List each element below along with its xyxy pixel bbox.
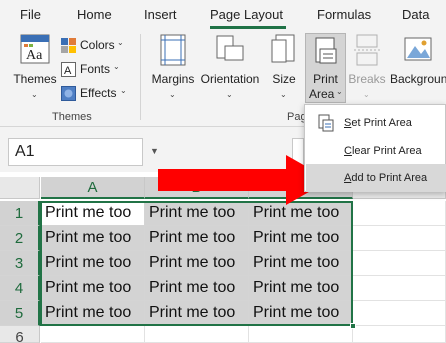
select-all-corner[interactable]: [0, 177, 40, 199]
cell-b4[interactable]: Print me too: [145, 276, 249, 301]
cell-a2[interactable]: Print me too: [41, 226, 145, 251]
effects-icon: [61, 86, 76, 101]
menu-item-set-print-area[interactable]: Set Print Area: [306, 109, 446, 137]
print-area-label-line1: Print: [313, 72, 338, 86]
cell-d6[interactable]: [353, 326, 446, 343]
row-header[interactable]: 3: [0, 251, 40, 276]
themes-label: Themes: [13, 72, 57, 86]
menu-item-add-to-print-area[interactable]: Add to Print Area: [306, 164, 446, 192]
row-header[interactable]: 4: [0, 276, 40, 301]
themes-group-label: Themes: [52, 111, 92, 123]
set-print-area-icon: [318, 114, 334, 132]
cell-a5[interactable]: Print me too: [41, 301, 145, 326]
fonts-button[interactable]: A Fonts ⌄: [61, 60, 131, 80]
effects-button[interactable]: Effects ⌄: [61, 84, 131, 104]
cell-d2[interactable]: [353, 226, 446, 251]
cell-c2[interactable]: Print me too: [249, 226, 353, 251]
chevron-down-icon: ⌄: [31, 90, 38, 99]
size-icon: [271, 34, 295, 63]
cell-c5[interactable]: Print me too: [249, 301, 353, 326]
breaks-button[interactable]: Breaks ⌄: [348, 34, 386, 106]
group-separator: [140, 34, 141, 120]
cell-b3[interactable]: Print me too: [145, 251, 249, 276]
cell-a3[interactable]: Print me too: [41, 251, 145, 276]
background-icon: [404, 37, 432, 61]
menu-item-clear-print-area[interactable]: Clear Print Area: [306, 137, 446, 165]
menu-item-label: et Print Area: [351, 117, 412, 129]
themes-icon: Aa: [20, 34, 50, 64]
chevron-down-icon: ⌄: [336, 87, 343, 96]
print-area-icon: [315, 37, 337, 64]
chevron-down-icon: ⌄: [363, 90, 370, 99]
print-area-label-line2: Area: [309, 87, 335, 101]
ribbon-tabs: File Home Insert Page Layout Formulas Da…: [0, 0, 446, 30]
colors-label: Colors: [80, 38, 115, 52]
tab-insert[interactable]: Insert: [144, 7, 177, 22]
fill-handle[interactable]: [350, 323, 356, 329]
cell-a1[interactable]: Print me too: [41, 201, 145, 226]
chevron-down-icon: ⌄: [169, 90, 176, 99]
tab-page-layout[interactable]: Page Layout: [210, 7, 283, 22]
active-tab-indicator: [210, 26, 286, 29]
cell-a4[interactable]: Print me too: [41, 276, 145, 301]
breaks-label: Breaks: [348, 72, 386, 86]
cell-c3[interactable]: Print me too: [249, 251, 353, 276]
chevron-down-icon: ⌄: [226, 90, 233, 99]
menu-item-label: lear Print Area: [351, 145, 422, 157]
cell-b2[interactable]: Print me too: [145, 226, 249, 251]
tab-home[interactable]: Home: [77, 7, 112, 22]
chevron-down-icon: ⌄: [120, 86, 127, 95]
cell-d1[interactable]: [353, 201, 446, 226]
print-area-button[interactable]: Print Area ⌄: [305, 33, 346, 103]
svg-text:Aa: Aa: [26, 48, 43, 63]
size-button[interactable]: Size ⌄: [268, 34, 300, 106]
margins-icon: [160, 34, 186, 66]
row-header[interactable]: 5: [0, 301, 40, 326]
cell-a6[interactable]: [41, 326, 145, 343]
orientation-label: Orientation: [200, 72, 260, 86]
chevron-down-icon: ⌄: [280, 90, 287, 99]
cell-c4[interactable]: Print me too: [249, 276, 353, 301]
cell-d4[interactable]: [353, 276, 446, 301]
margins-label: Margins: [151, 72, 195, 86]
cell-d3[interactable]: [353, 251, 446, 276]
size-label: Size: [272, 72, 296, 86]
tab-file[interactable]: File: [20, 7, 41, 22]
cell-b6[interactable]: [145, 326, 249, 343]
print-area-menu: Set Print Area Clear Print Area Add to P…: [304, 104, 446, 192]
row-header[interactable]: 2: [0, 226, 40, 251]
breaks-icon: [354, 34, 380, 66]
orientation-button[interactable]: Orientation ⌄: [199, 34, 261, 106]
margins-button[interactable]: Margins ⌄: [150, 34, 196, 106]
colors-button[interactable]: Colors ⌄: [61, 36, 131, 56]
svg-text:A: A: [64, 65, 72, 77]
fonts-icon: A: [61, 62, 76, 77]
chevron-down-icon: ⌄: [113, 62, 120, 71]
menu-accel-c: C: [344, 145, 352, 157]
cell-c6[interactable]: [249, 326, 353, 343]
row-header[interactable]: 1: [0, 201, 40, 226]
background-label: Background: [390, 72, 446, 86]
tab-formulas[interactable]: Formulas: [317, 7, 371, 22]
cell-b5[interactable]: Print me too: [145, 301, 249, 326]
orientation-icon: [216, 35, 244, 61]
cell-d5[interactable]: [353, 301, 446, 326]
chevron-down-icon: ⌄: [117, 38, 124, 47]
fonts-label: Fonts: [80, 62, 111, 76]
colors-icon: [61, 38, 76, 53]
background-button[interactable]: Background: [390, 34, 446, 106]
row-header[interactable]: 6: [0, 326, 40, 343]
column-header-a[interactable]: A: [41, 177, 145, 199]
effects-label: Effects: [80, 86, 117, 100]
name-box[interactable]: A1: [8, 138, 143, 166]
themes-button[interactable]: Aa Themes ⌄: [12, 34, 58, 106]
menu-item-label: dd to Print Area: [351, 172, 428, 184]
tab-data[interactable]: Data: [402, 7, 429, 22]
